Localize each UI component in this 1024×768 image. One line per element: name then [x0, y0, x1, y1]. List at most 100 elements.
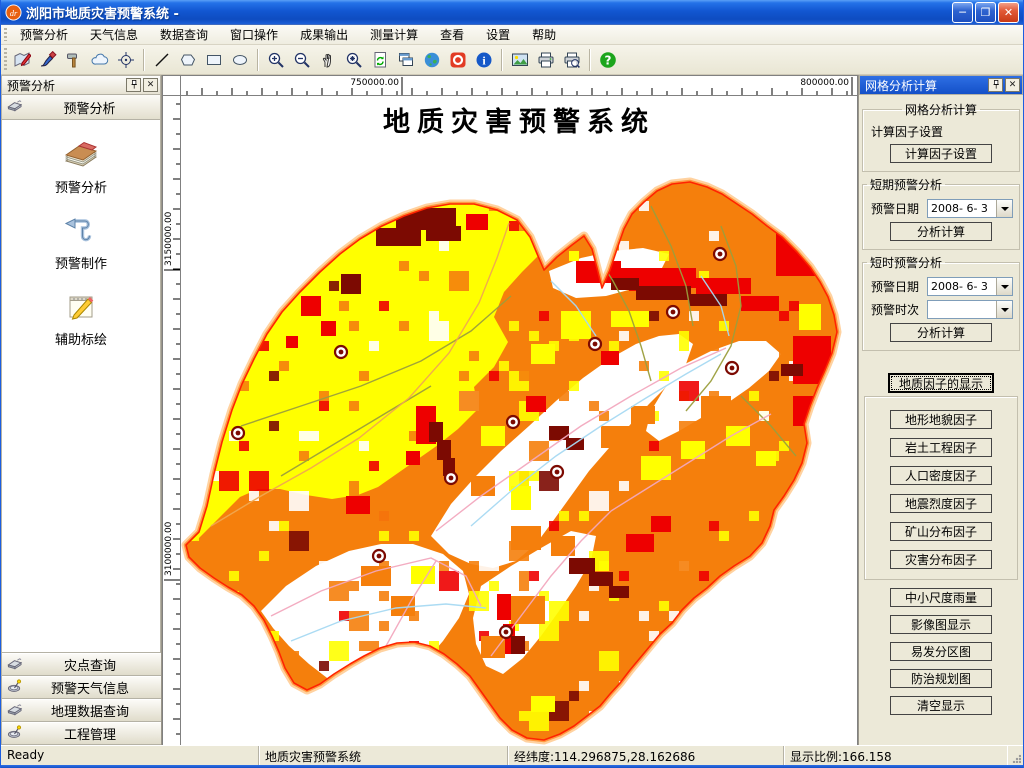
maker-icon: [63, 213, 99, 250]
factor-button-6[interactable]: 灾害分布因子: [890, 550, 992, 569]
extra-button-5[interactable]: 清空显示: [890, 696, 992, 715]
map-canvas[interactable]: 地质灾害预警系统: [181, 96, 857, 745]
print-preview-icon[interactable]: [560, 48, 584, 72]
line-icon[interactable]: [150, 48, 174, 72]
help-icon[interactable]: ?: [596, 48, 620, 72]
chevron-down-icon[interactable]: [996, 278, 1012, 295]
zoom-out-icon[interactable]: [290, 48, 314, 72]
group-bar-2[interactable]: 预警天气信息: [2, 676, 161, 699]
pan-icon[interactable]: [316, 48, 340, 72]
status-segment-1: Ready: [1, 746, 259, 765]
close-button[interactable]: ✕: [998, 1, 1019, 23]
left-panel-pin-button[interactable]: [126, 78, 141, 92]
right-panel-pin-button[interactable]: [988, 78, 1003, 92]
app-icon: dr: [5, 3, 22, 21]
factor-button-1[interactable]: 地形地貌因子: [890, 410, 992, 429]
extra-button-3[interactable]: 易发分区图: [890, 642, 992, 661]
warning-map[interactable]: [181, 96, 857, 745]
main-area: 预警分析 ✕ 预警分析 预警分析预警制作辅助标绘 灾点查询 预警天气信息 地理数据查…: [1, 75, 1023, 748]
group-bar-1[interactable]: 灾点查询: [2, 653, 161, 676]
zoom-extent-icon[interactable]: [342, 48, 366, 72]
cascade-icon[interactable]: [394, 48, 418, 72]
ellipse-icon[interactable]: [228, 48, 252, 72]
extra-button-4[interactable]: 防治规划图: [890, 669, 992, 688]
info-icon[interactable]: i: [472, 48, 496, 72]
chevron-down-icon[interactable]: [996, 301, 1012, 318]
menu-item-2[interactable]: 天气信息: [79, 24, 149, 45]
left-panel-header-label: 预警分析: [63, 101, 116, 117]
factor-button-3[interactable]: 人口密度因子: [890, 466, 992, 485]
hammer-icon[interactable]: [62, 48, 86, 72]
edit-map-icon[interactable]: [10, 48, 34, 72]
town-marker[interactable]: [587, 336, 603, 352]
grid-analysis-group: 网格分析计算 计算因子设置 计算因子设置: [862, 101, 1020, 172]
map-document: 750000.00 800000.00 3150000.00 3100000.00 …: [162, 75, 858, 748]
town-marker[interactable]: [371, 548, 387, 564]
menu-item-3[interactable]: 数据查询: [149, 24, 219, 45]
globe-icon[interactable]: [420, 48, 444, 72]
extra-button-2[interactable]: 影像图显示: [890, 615, 992, 634]
tool-item-1[interactable]: 预警分析: [55, 137, 107, 196]
svg-text:800000.00: 800000.00: [800, 78, 849, 88]
menu-item-5[interactable]: 成果输出: [289, 24, 359, 45]
rectangle-icon[interactable]: [202, 48, 226, 72]
factor-button-4[interactable]: 地震烈度因子: [890, 494, 992, 513]
tool-item-2[interactable]: 预警制作: [55, 213, 107, 272]
cloud-icon[interactable]: [88, 48, 112, 72]
menu-item-1[interactable]: 预警分析: [9, 24, 79, 45]
status-segment-2: 地质灾害预警系统: [259, 746, 508, 765]
town-marker[interactable]: [712, 246, 728, 262]
resize-grip[interactable]: [1007, 746, 1023, 765]
factor-setting-button[interactable]: 计算因子设置: [890, 144, 992, 163]
factor-button-5[interactable]: 矿山分布因子: [890, 522, 992, 541]
right-panel: 网格分析计算 ✕ 网格分析计算 计算因子设置 计算因子设置 短期预警分析 预警日…: [858, 75, 1023, 745]
refresh-icon[interactable]: [368, 48, 392, 72]
chevron-down-icon[interactable]: [996, 200, 1012, 217]
short-term-date-combobox[interactable]: 2008- 6- 3: [927, 199, 1013, 218]
short-time-date-value: 2008- 6- 3: [931, 280, 988, 293]
restore-button[interactable]: ❐: [975, 1, 996, 23]
stop-icon[interactable]: [446, 48, 470, 72]
menu-item-4[interactable]: 窗口操作: [219, 24, 289, 45]
geology-factor-display-button[interactable]: 地质因子的显示: [888, 373, 994, 393]
zoom-in-icon[interactable]: [264, 48, 288, 72]
menu-item-7[interactable]: 查看: [429, 24, 475, 45]
group-bar-3[interactable]: 地理数据查询: [2, 699, 161, 722]
left-panel-close-button[interactable]: ✕: [143, 78, 158, 92]
left-panel-header[interactable]: 预警分析: [1, 95, 161, 120]
town-marker[interactable]: [505, 414, 521, 430]
town-marker[interactable]: [724, 360, 740, 376]
short-term-calc-button[interactable]: 分析计算: [890, 222, 992, 241]
short-time-date-combobox[interactable]: 2008- 6- 3: [927, 277, 1013, 296]
group-bar-4[interactable]: 工程管理: [2, 722, 161, 745]
town-marker[interactable]: [230, 425, 246, 441]
short-time-hour-combobox[interactable]: [927, 300, 1013, 319]
left-panel-body: 预警分析预警制作辅助标绘: [1, 120, 161, 652]
extra-button-1[interactable]: 中小尺度雨量: [890, 588, 992, 607]
print-icon[interactable]: [534, 48, 558, 72]
town-marker[interactable]: [498, 624, 514, 640]
right-panel-close-button[interactable]: ✕: [1005, 78, 1020, 92]
menu-grip[interactable]: [1, 25, 9, 44]
tool-item-3[interactable]: 辅助标绘: [55, 289, 107, 348]
town-marker[interactable]: [443, 470, 459, 486]
factor-button-2[interactable]: 岩土工程因子: [890, 438, 992, 457]
toolbar: i?: [1, 45, 1023, 75]
toolbar-grip[interactable]: [1, 45, 9, 74]
paint-icon[interactable]: [36, 48, 60, 72]
title-bar: dr 浏阳市地质灾害预警系统 - ─ ❐ ✕: [1, 0, 1023, 24]
locate-icon[interactable]: [114, 48, 138, 72]
menu-item-9[interactable]: 帮助: [521, 24, 567, 45]
menu-item-8[interactable]: 设置: [475, 24, 521, 45]
left-panel-titlebar: 预警分析 ✕: [1, 75, 161, 95]
toolbar-separator: [257, 48, 259, 71]
polygon-icon[interactable]: [176, 48, 200, 72]
town-marker[interactable]: [333, 344, 349, 360]
image-icon[interactable]: [508, 48, 532, 72]
town-marker[interactable]: [665, 304, 681, 320]
town-marker[interactable]: [549, 464, 565, 480]
minimize-button[interactable]: ─: [952, 1, 973, 23]
short-time-calc-button[interactable]: 分析计算: [890, 323, 992, 342]
extra-button-group: 中小尺度雨量 影像图显示易发分区图防治规划图清空显示: [862, 588, 1020, 715]
menu-item-6[interactable]: 测量计算: [359, 24, 429, 45]
